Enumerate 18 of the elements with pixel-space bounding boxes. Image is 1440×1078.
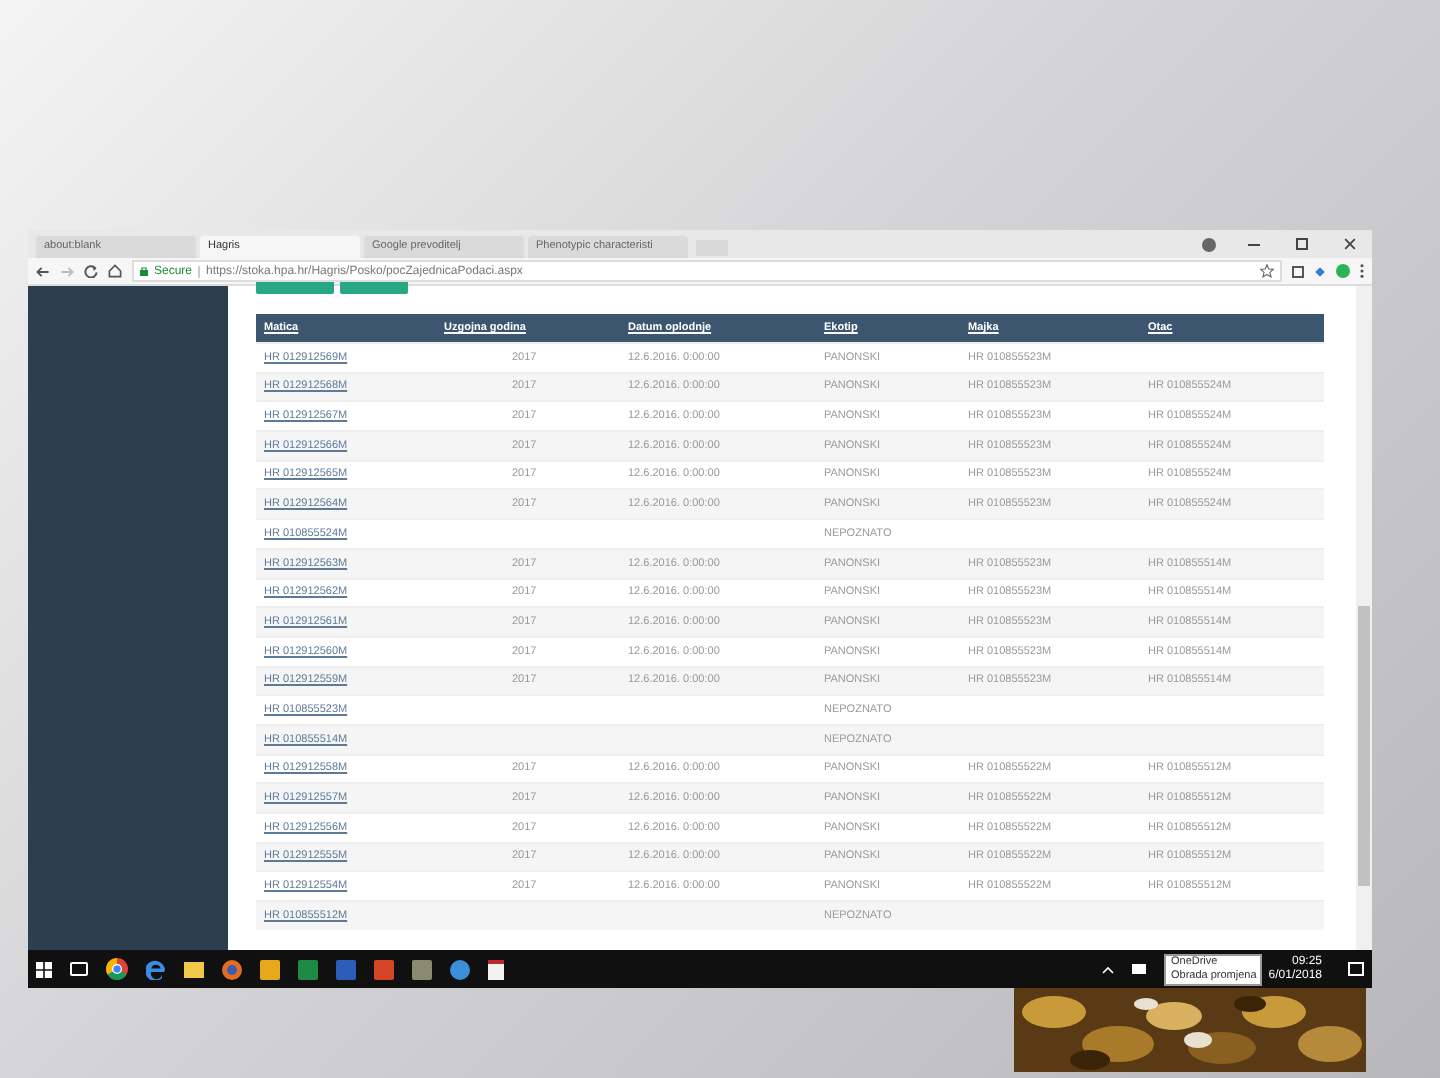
folder-icon[interactable]: [184, 961, 204, 977]
task-view-icon[interactable]: [70, 962, 88, 976]
home-icon[interactable]: [108, 264, 122, 278]
document-icon[interactable]: [488, 959, 504, 979]
scrollbar[interactable]: [1356, 286, 1372, 950]
scrollbar-thumb[interactable]: [1358, 606, 1370, 886]
reload-icon[interactable]: [84, 264, 98, 278]
close-icon[interactable]: [1344, 238, 1356, 250]
windows-start-icon[interactable]: [36, 961, 52, 977]
star-icon[interactable]: [1260, 264, 1274, 278]
browser-icon[interactable]: [106, 958, 128, 980]
account-icon[interactable]: [1202, 238, 1216, 252]
restore-button[interactable]: [1296, 238, 1308, 250]
chevron-up-icon[interactable]: [1102, 965, 1115, 973]
back-arrow-icon[interactable]: [36, 265, 50, 277]
lock-icon: [140, 266, 148, 276]
notification-icon[interactable]: [1348, 962, 1364, 976]
tray-icon[interactable]: [1132, 964, 1147, 974]
